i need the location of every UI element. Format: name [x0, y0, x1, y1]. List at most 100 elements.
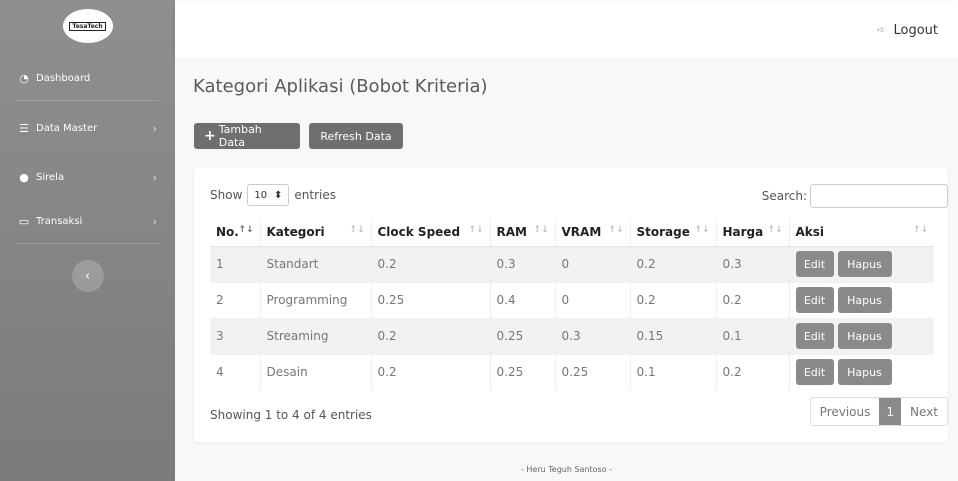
- table-cell: 0.2: [629, 245, 716, 282]
- table-cell: 0.25: [489, 317, 555, 354]
- table-cell: 0.25: [554, 353, 630, 390]
- table-cell: Programming: [259, 281, 371, 318]
- show-label: Show: [210, 188, 243, 202]
- data-table: No. ↑↓ Kategori ↑↓ Clock Speed ↑↓ RAM ↑↓ VRA…: [210, 219, 934, 390]
- table-header-row: No. ↑↓ Kategori ↑↓ Clock Speed ↑↓ RAM ↑↓ VRA…: [210, 219, 934, 247]
- column-header-storage[interactable]: Storage ↑↓: [629, 219, 716, 247]
- chevron-right-icon: ›: [152, 121, 157, 135]
- table-row: 3 Streaming 0.2 0.25 0.3 0.15 0.1 Edit H…: [210, 317, 934, 354]
- column-header-vram[interactable]: VRAM ↑↓: [554, 219, 630, 247]
- entries-select[interactable]: 10 ⬍: [247, 184, 290, 206]
- sidebar-toggle-button[interactable]: ‹: [71, 260, 104, 292]
- column-header-label: Clock Speed: [377, 225, 461, 240]
- chevron-left-icon: ‹: [84, 268, 91, 284]
- sort-icon: ↑↓: [468, 225, 484, 236]
- table-cell: 1: [210, 245, 260, 282]
- sort-icon: ↑↓: [608, 225, 624, 236]
- table-cell: 0: [554, 281, 630, 318]
- column-header-label: RAM: [496, 225, 527, 240]
- table-cell: 0.3: [554, 317, 630, 354]
- sidebar-item-sirela[interactable]: ● Sirela ›: [0, 155, 175, 199]
- table-cell: 0.3: [715, 245, 789, 282]
- table-cell: 0: [554, 245, 630, 282]
- delete-button[interactable]: Hapus: [837, 251, 892, 277]
- column-header-aksi[interactable]: Aksi ↑↓: [788, 219, 934, 247]
- table-cell: 0.25: [489, 353, 555, 390]
- sidebar: TesaTech ◔ Dashboard ☰ Data Master › ● S…: [0, 0, 175, 481]
- column-header-no[interactable]: No. ↑↓: [210, 219, 260, 247]
- sidebar-item-label: Transaksi: [36, 215, 83, 227]
- footer: - Heru Teguh Santoso -: [520, 465, 613, 474]
- search-label: Search:: [761, 189, 807, 203]
- table-cell: 0.2: [629, 281, 716, 318]
- refresh-data-label: Refresh Data: [320, 129, 392, 143]
- table-cell: 0.3: [489, 245, 555, 282]
- table-cell: 0.15: [629, 317, 716, 354]
- column-header-ram[interactable]: RAM ↑↓: [489, 219, 555, 247]
- column-header-harga[interactable]: Harga ↑↓: [715, 219, 789, 247]
- column-header-label: VRAM: [561, 225, 602, 240]
- sidebar-item-label: Data Master: [36, 122, 98, 134]
- delete-button[interactable]: Hapus: [837, 287, 892, 313]
- sidebar-item-transaksi[interactable]: ▭ Transaksi ›: [0, 199, 175, 243]
- table-cell: Streaming: [259, 317, 371, 354]
- database-icon: ☰: [19, 121, 29, 135]
- edit-button[interactable]: Edit: [795, 251, 834, 277]
- table-info: Showing 1 to 4 of 4 entries: [210, 408, 372, 422]
- page-button-current[interactable]: 1: [879, 398, 902, 425]
- table-cell: 0.2: [370, 353, 490, 390]
- column-header-label: Aksi: [795, 225, 825, 240]
- monitor-icon: ▭: [18, 214, 30, 228]
- actions-cell: Edit Hapus: [788, 281, 934, 318]
- page-title: Kategori Aplikasi (Bobot Kriteria): [193, 76, 488, 97]
- logout-button[interactable]: ➪ Logout: [877, 23, 938, 38]
- add-data-button[interactable]: + Tambah Data: [194, 123, 300, 149]
- table-cell: 2: [210, 281, 260, 318]
- brand-logo[interactable]: TesaTech: [62, 9, 113, 43]
- column-header-clock-speed[interactable]: Clock Speed ↑↓: [370, 219, 490, 247]
- table-cell: 0.1: [715, 317, 789, 354]
- column-header-label: Kategori: [266, 225, 325, 240]
- edit-button[interactable]: Edit: [795, 359, 834, 386]
- plus-icon: +: [204, 128, 216, 144]
- sidebar-item-dashboard[interactable]: ◔ Dashboard: [0, 56, 175, 100]
- table-card: Show 10 ⬍ entries Search: No. ↑↓ Kategori…: [194, 168, 948, 442]
- sidebar-item-data-master[interactable]: ☰ Data Master ›: [0, 101, 175, 155]
- table-cell: 0.2: [715, 353, 789, 390]
- search-input[interactable]: [810, 184, 948, 208]
- refresh-data-button[interactable]: Refresh Data: [309, 123, 403, 149]
- table-cell: Desain: [259, 353, 371, 390]
- table-cell: 0.2: [370, 317, 490, 354]
- table-row: 1 Standart 0.2 0.3 0 0.2 0.3 Edit Hapus: [210, 245, 934, 282]
- next-page-button[interactable]: Next: [901, 398, 947, 425]
- sort-icon: ↑↓: [912, 225, 928, 236]
- actions-cell: Edit Hapus: [788, 317, 934, 354]
- delete-button[interactable]: Hapus: [837, 359, 892, 386]
- column-header-label: Harga: [722, 225, 764, 240]
- main-content: Kategori Aplikasi (Bobot Kriteria) + Tam…: [175, 58, 958, 481]
- previous-page-button[interactable]: Previous: [811, 398, 880, 425]
- add-data-label: Tambah Data: [218, 123, 262, 149]
- sidebar-item-label: Dashboard: [36, 72, 91, 84]
- column-header-label: Storage: [636, 225, 690, 240]
- lightbulb-icon: ●: [19, 170, 29, 184]
- table-cell: 4: [210, 353, 260, 390]
- table-cell: 3: [210, 317, 260, 354]
- edit-button[interactable]: Edit: [795, 287, 834, 313]
- delete-button[interactable]: Hapus: [837, 323, 892, 349]
- logout-label: Logout: [893, 23, 938, 38]
- entries-label: entries: [294, 188, 336, 202]
- pagination: Previous 1 Next: [809, 397, 948, 426]
- dashboard-icon: ◔: [19, 71, 29, 85]
- table-cell: 0.2: [370, 245, 490, 282]
- sidebar-item-label: Sirela: [36, 171, 65, 183]
- edit-button[interactable]: Edit: [795, 323, 834, 349]
- column-header-kategori[interactable]: Kategori ↑↓: [259, 219, 371, 247]
- topbar: ➪ Logout: [175, 3, 958, 58]
- column-header-label: No.: [216, 225, 239, 240]
- brand[interactable]: TesaTech: [0, 5, 175, 47]
- table-row: 4 Desain 0.2 0.25 0.25 0.1 0.2 Edit Hapu…: [210, 353, 934, 390]
- table-cell: 0.4: [489, 281, 555, 318]
- select-arrows-icon: ⬍: [274, 189, 283, 201]
- entries-value: 10: [254, 189, 268, 201]
